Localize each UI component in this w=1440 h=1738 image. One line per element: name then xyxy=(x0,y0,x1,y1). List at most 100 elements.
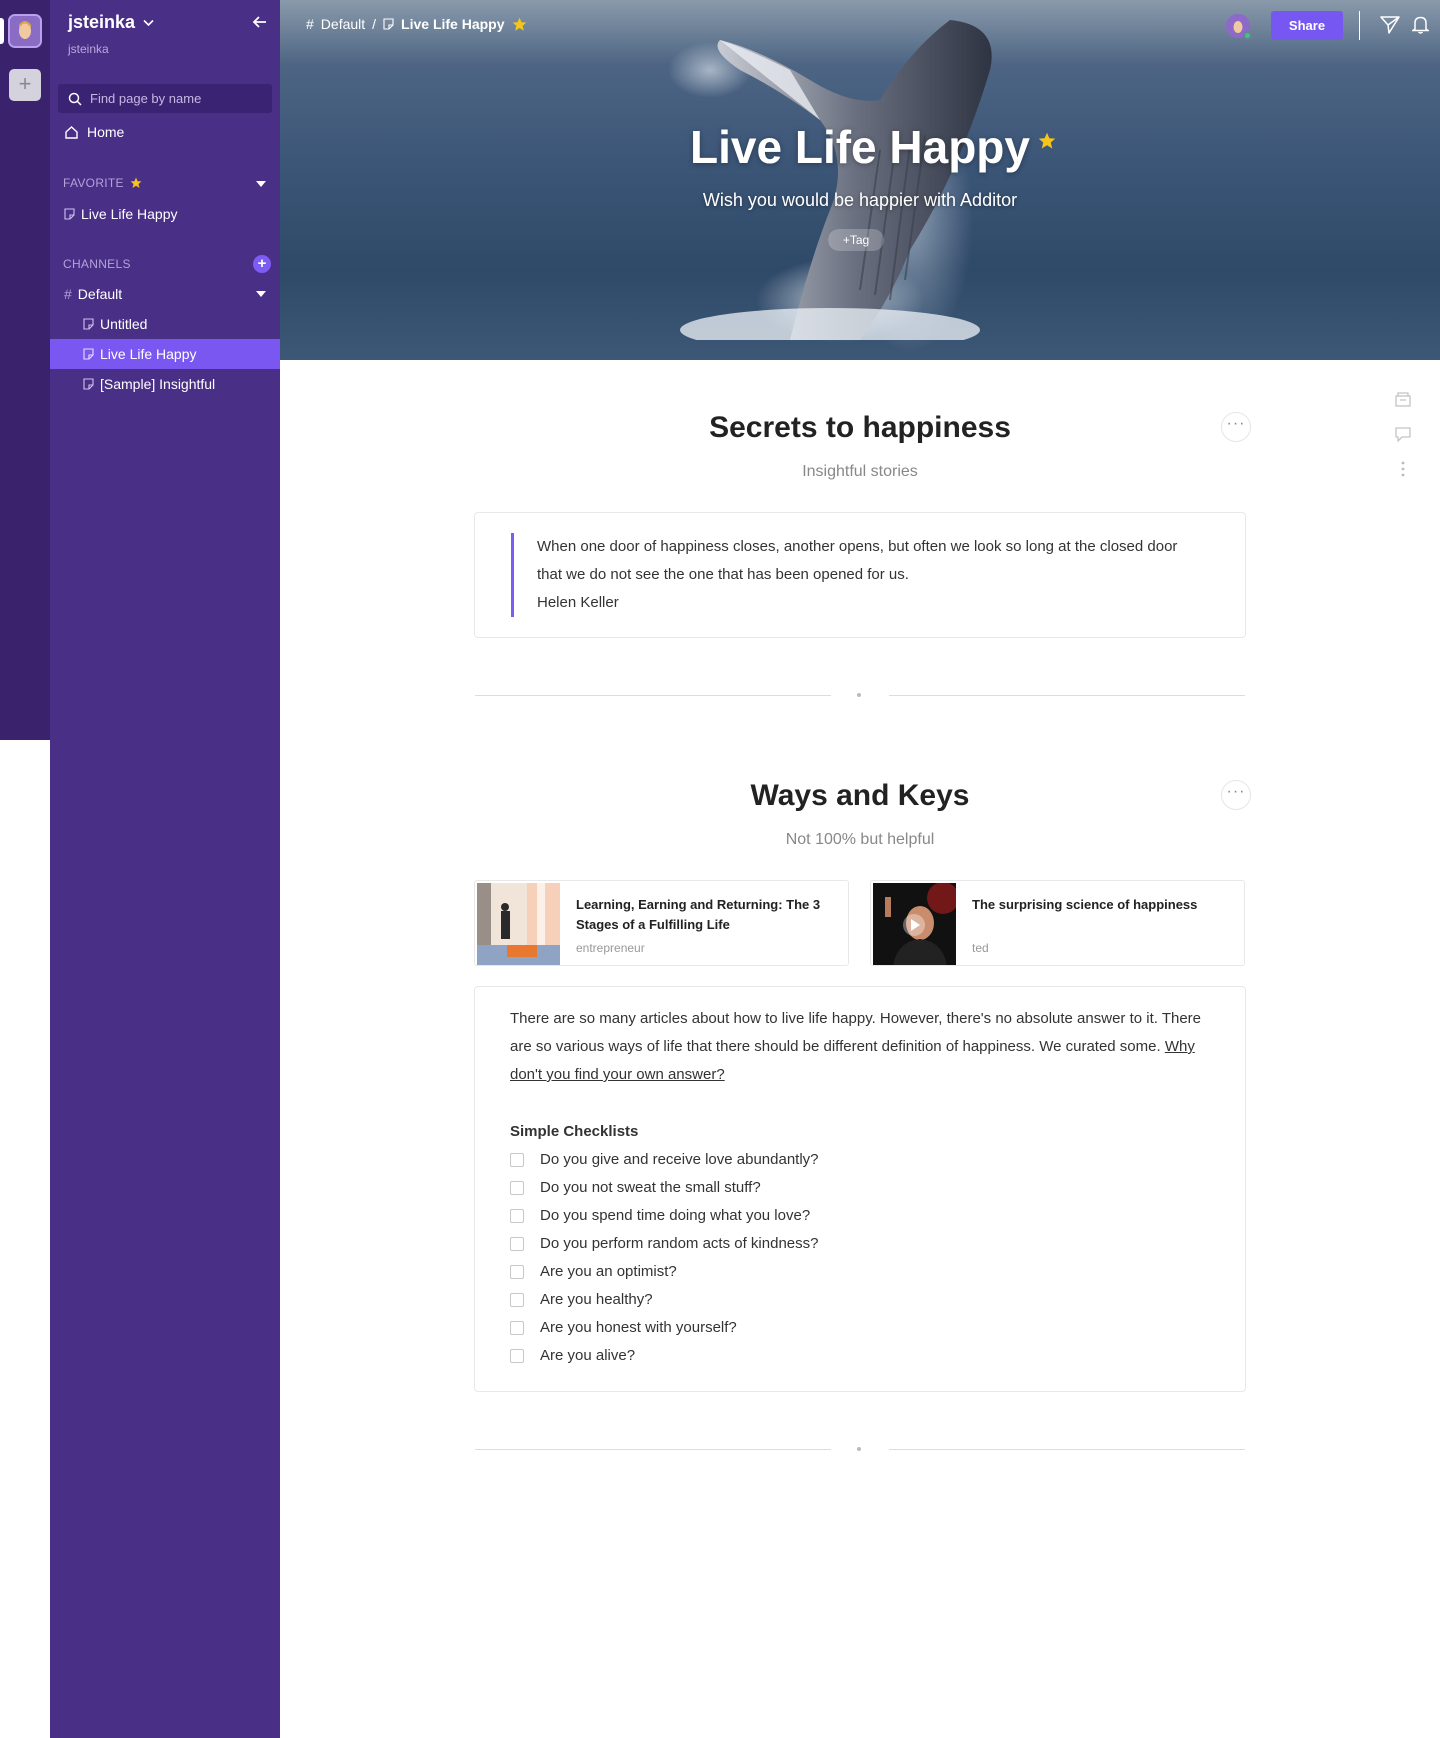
add-tag-button[interactable]: +Tag xyxy=(828,229,884,251)
page-icon xyxy=(383,18,394,30)
page-title-text: Live Life Happy xyxy=(690,121,1030,173)
link-title: Learning, Earning and Returning: The 3 S… xyxy=(576,897,821,932)
share-button[interactable]: Share xyxy=(1271,11,1343,40)
checklist-item: Are you honest with yourself? xyxy=(510,1319,737,1336)
checklist-label: Are you alive? xyxy=(540,1347,636,1364)
checkbox[interactable] xyxy=(510,1208,524,1223)
workspace-switcher[interactable]: jsteinka xyxy=(68,12,154,33)
checklist-item: Do you perform random acts of kindness? xyxy=(510,1235,818,1252)
bell-icon[interactable] xyxy=(1412,15,1429,34)
checkbox[interactable] xyxy=(510,1236,524,1251)
block-subtitle[interactable]: Not 100% but helpful xyxy=(475,831,1245,849)
home-label: Home xyxy=(87,124,125,140)
sidebar-item-home[interactable]: Home xyxy=(64,124,124,140)
checklist-label: Are you healthy? xyxy=(540,1291,653,1308)
user-avatar[interactable] xyxy=(1226,14,1252,40)
breadcrumb-page[interactable]: Live Life Happy xyxy=(401,16,504,32)
checklist-title: Simple Checklists xyxy=(510,1123,639,1140)
block-more-button[interactable]: ··· xyxy=(1221,412,1251,442)
sidebar-item-untitled[interactable]: Untitled xyxy=(50,309,280,339)
checkbox[interactable] xyxy=(510,1292,524,1307)
link-title: The surprising science of happiness xyxy=(972,897,1198,912)
link-source: ted xyxy=(972,941,989,955)
hash-icon: # xyxy=(306,16,314,32)
active-workspace-marker xyxy=(0,18,4,44)
home-icon xyxy=(65,125,78,139)
channel-label: Default xyxy=(77,286,123,302)
favorite-label: Live Life Happy xyxy=(81,206,178,222)
sidebar-item-live-life-happy[interactable]: Live Life Happy xyxy=(50,339,280,369)
search-input[interactable] xyxy=(90,91,260,106)
sidebar-item-sample-insightful[interactable]: [Sample] Insightful xyxy=(50,369,280,399)
checklist-item: Are you healthy? xyxy=(510,1291,653,1308)
checkbox[interactable] xyxy=(510,1180,524,1195)
block-subtitle[interactable]: Insightful stories xyxy=(475,463,1245,481)
section-divider xyxy=(475,693,1245,697)
page-search[interactable] xyxy=(58,84,272,113)
add-channel-button[interactable]: + xyxy=(253,255,271,273)
paragraph-text: There are so many articles about how to … xyxy=(510,1010,1202,1055)
page-label: [Sample] Insightful xyxy=(100,376,216,392)
arrow-left-icon[interactable] xyxy=(250,12,270,32)
sidebar-item-favorite-live-life-happy[interactable]: Live Life Happy xyxy=(50,199,280,229)
quote-author: Helen Keller xyxy=(537,594,619,611)
kebab-icon[interactable] xyxy=(1401,461,1405,477)
workspace-name: jsteinka xyxy=(68,12,136,32)
block-more-button[interactable]: ··· xyxy=(1221,780,1251,810)
archive-icon[interactable] xyxy=(1394,391,1412,407)
send-icon[interactable] xyxy=(1380,16,1400,34)
page-subtitle[interactable]: Wish you would be happier with Additor xyxy=(280,190,1440,211)
workspace-avatar[interactable] xyxy=(8,14,42,48)
body-paragraph[interactable]: There are so many articles about how to … xyxy=(510,1005,1210,1089)
chevron-down-icon xyxy=(143,19,154,26)
checkbox[interactable] xyxy=(510,1264,524,1279)
star-icon xyxy=(130,177,142,188)
page-title[interactable]: Live Life Happy xyxy=(280,120,1440,174)
page-icon xyxy=(83,318,94,330)
checkbox[interactable] xyxy=(510,1348,524,1363)
checklist-item: Do you spend time doing what you love? xyxy=(510,1207,810,1224)
section-divider xyxy=(475,1447,1245,1451)
block-title[interactable]: Ways and Keys xyxy=(475,779,1245,813)
star-icon[interactable] xyxy=(512,17,527,32)
page-icon xyxy=(83,348,94,360)
page-label: Untitled xyxy=(100,316,148,332)
favorite-toggle[interactable] xyxy=(256,181,266,187)
channels-heading: CHANNELS xyxy=(63,257,131,271)
checklist-item: Do you not sweat the small stuff? xyxy=(510,1179,761,1196)
sidebar-item-channel-default[interactable]: # Default xyxy=(50,279,280,309)
page-cover[interactable]: # Default / Live Life Happy Share Live L… xyxy=(280,0,1440,360)
checklist-label: Do you give and receive love abundantly? xyxy=(540,1151,819,1168)
add-workspace-button[interactable]: + xyxy=(9,69,41,101)
link-thumbnail xyxy=(477,883,560,965)
whale-cover-image xyxy=(680,20,992,340)
workspace-user: jsteinka xyxy=(68,42,109,56)
channels-heading-label: CHANNELS xyxy=(63,257,131,271)
checklist-label: Are you an optimist? xyxy=(540,1263,677,1280)
link-card[interactable]: Learning, Earning and Returning: The 3 S… xyxy=(474,880,849,966)
page-icon xyxy=(64,208,75,220)
comment-icon[interactable] xyxy=(1394,426,1412,443)
breadcrumb: # Default / Live Life Happy xyxy=(306,16,527,32)
link-thumbnail xyxy=(873,883,956,965)
checkbox[interactable] xyxy=(510,1152,524,1167)
checkbox[interactable] xyxy=(510,1320,524,1335)
checklist-item: Do you give and receive love abundantly? xyxy=(510,1151,819,1168)
favorite-heading-label: FAVORITE xyxy=(63,176,124,190)
checklist-label: Do you spend time doing what you love? xyxy=(540,1207,811,1224)
favorite-heading: FAVORITE xyxy=(63,176,142,190)
checklist-label: Do you perform random acts of kindness? xyxy=(540,1235,819,1252)
block-title[interactable]: Secrets to happiness xyxy=(475,411,1245,445)
checklist-item: Are you alive? xyxy=(510,1347,635,1364)
breadcrumb-channel[interactable]: Default xyxy=(321,16,365,32)
link-source: entrepreneur xyxy=(576,941,645,955)
checklist-label: Are you honest with yourself? xyxy=(540,1319,737,1336)
quote-card[interactable]: When one door of happiness closes, anoth… xyxy=(474,512,1246,638)
link-card[interactable]: The surprising science of happiness ted xyxy=(870,880,1245,966)
checklist-label: Do you not sweat the small stuff? xyxy=(540,1179,761,1196)
search-icon xyxy=(68,92,82,106)
quote-block[interactable]: When one door of happiness closes, anoth… xyxy=(511,533,1211,617)
channel-toggle[interactable] xyxy=(256,291,266,297)
online-status-dot xyxy=(1243,31,1252,40)
text-card[interactable]: There are so many articles about how to … xyxy=(474,986,1246,1392)
